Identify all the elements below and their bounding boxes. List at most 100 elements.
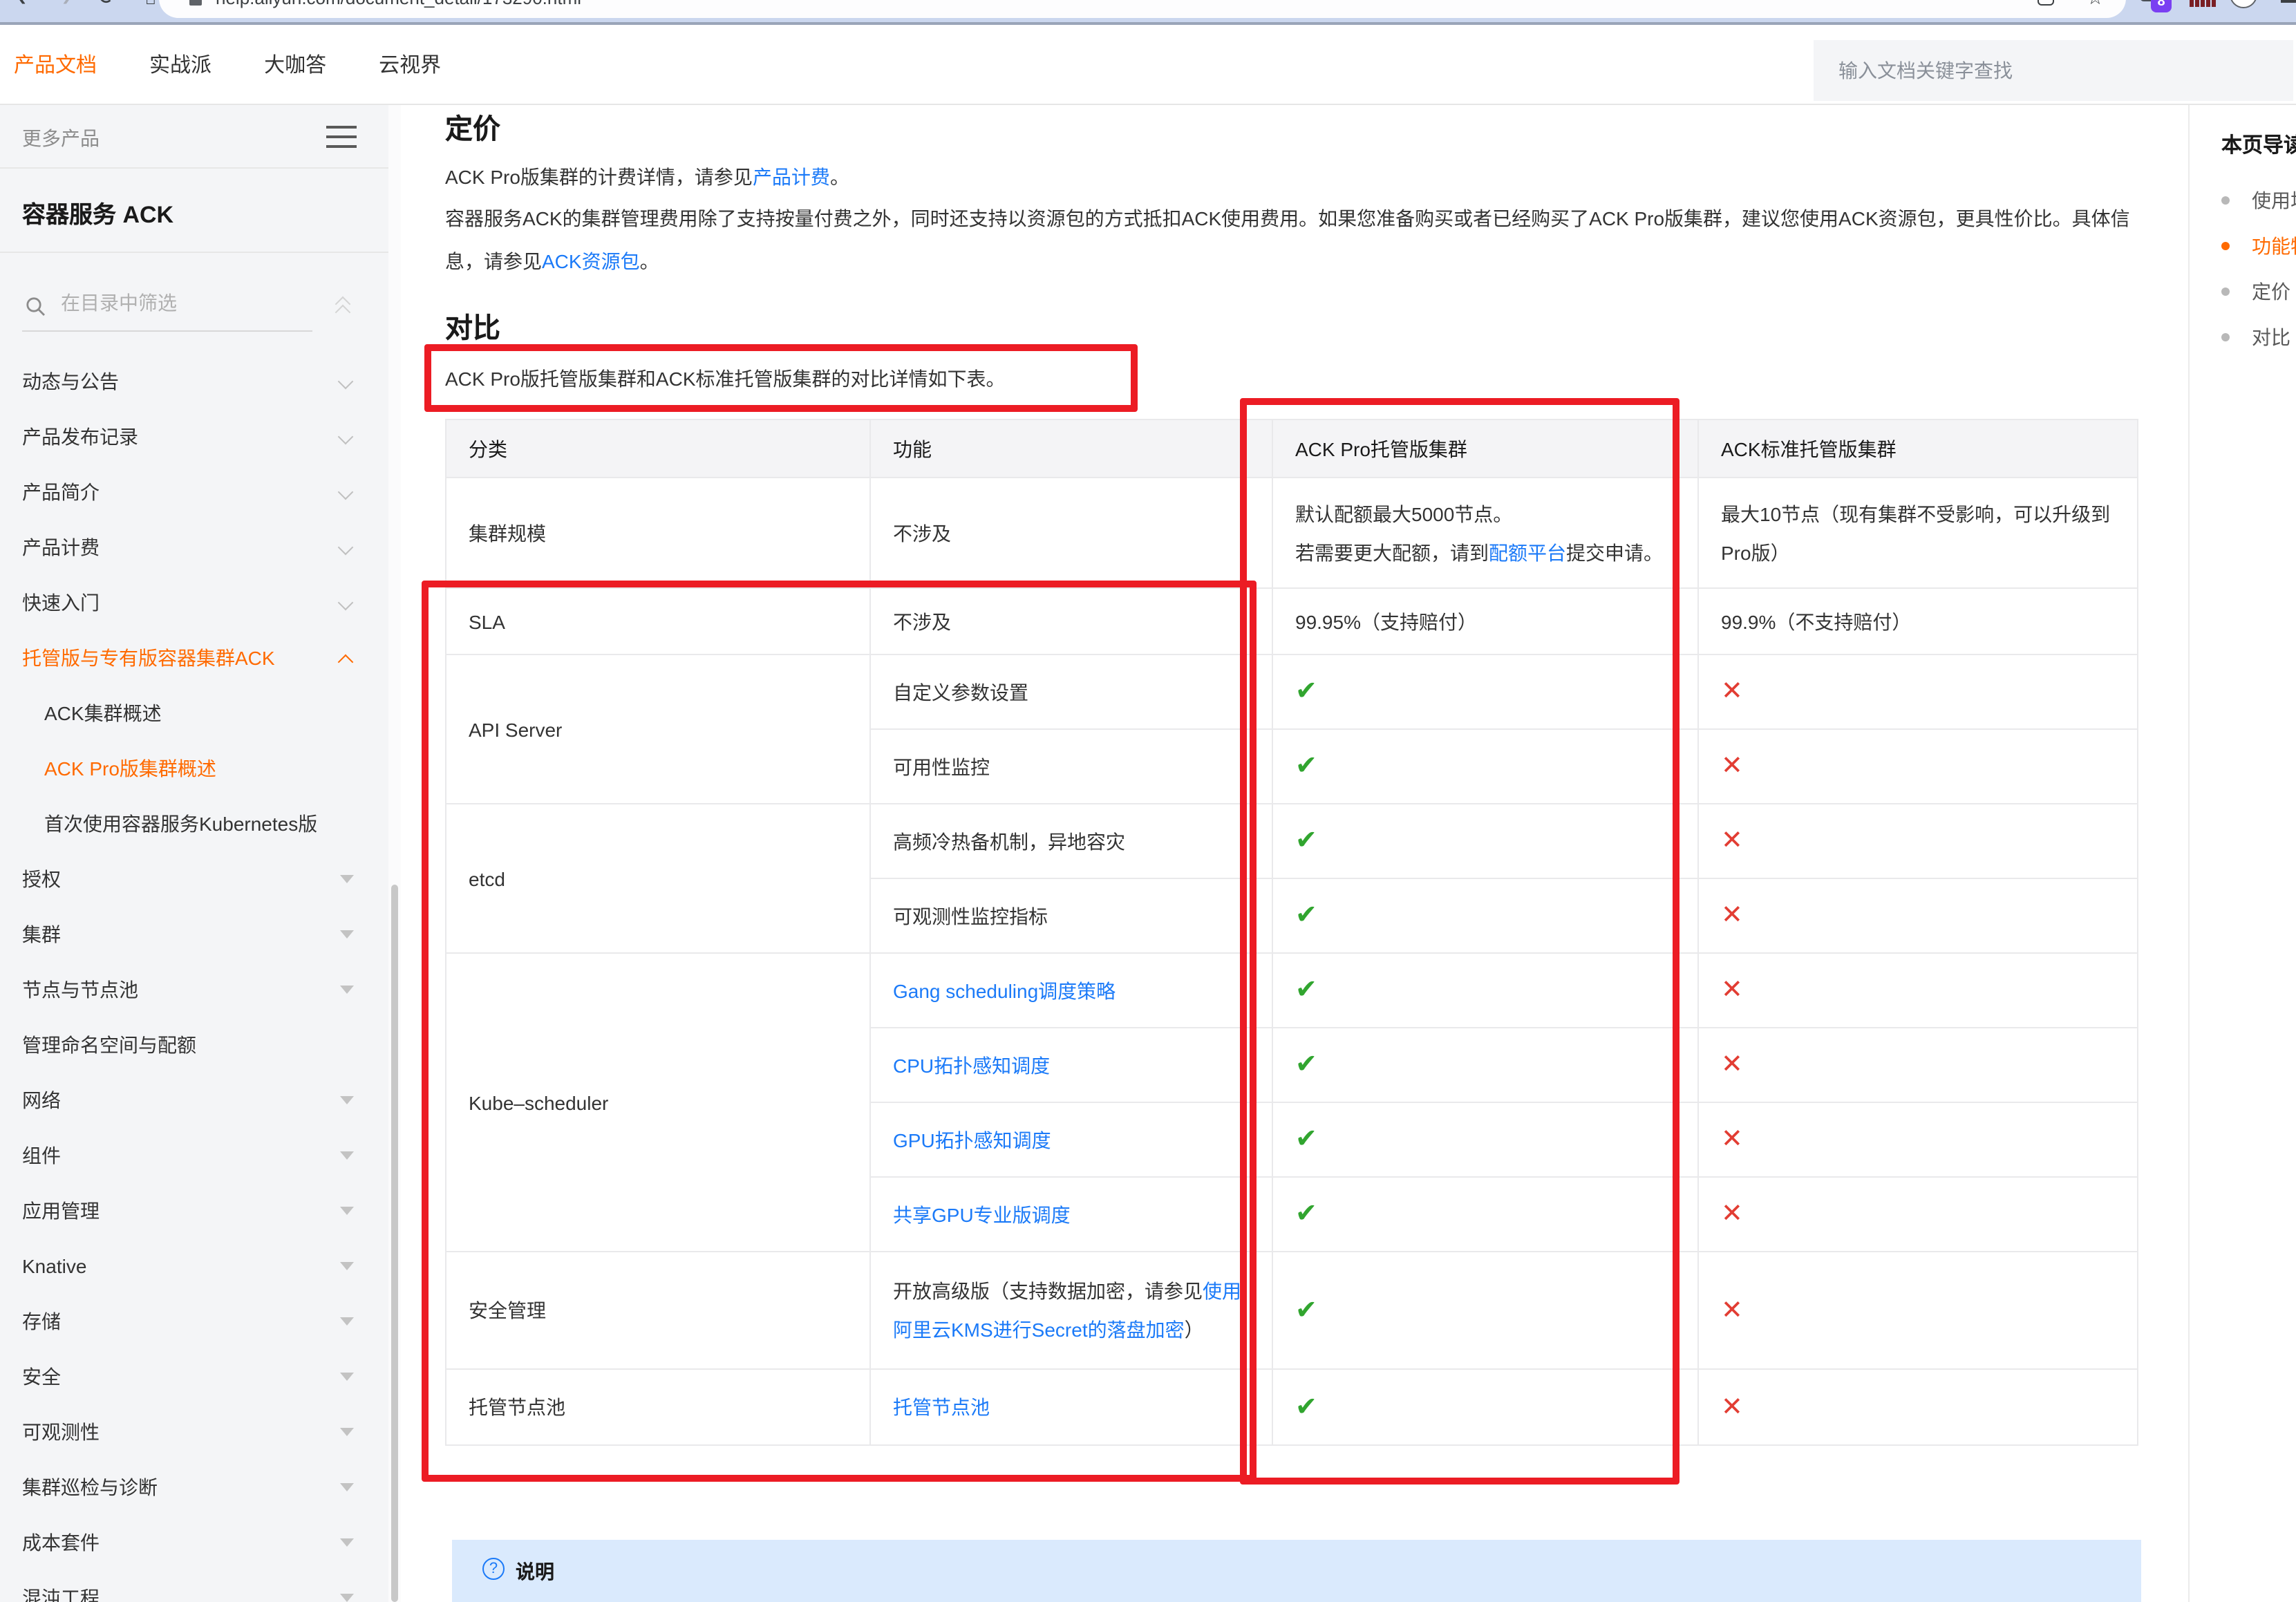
more-products-row[interactable]: 更多产品 [0, 105, 401, 169]
toc-filter-input[interactable] [58, 290, 307, 315]
address-bar[interactable]: help.aliyun.com/document_detail/173290.h… [159, 0, 2126, 18]
sidebar-item[interactable]: 网络 [0, 1073, 401, 1128]
link-gpu-topology[interactable]: GPU拓扑感知调度 [893, 1129, 1051, 1151]
pricing-paragraph-2: 容器服务ACK的集群管理费用除了支持按量付费之外，同时还支持以资源包的方式抵扣A… [445, 198, 2137, 283]
cell-category: etcd [446, 804, 870, 953]
nav-tab[interactable]: 大咖答 [264, 49, 326, 78]
browser-menu-icon[interactable] [2281, 0, 2296, 8]
table-header-row: 分类 功能 ACK Pro托管版集群 ACK标准托管版集群 [446, 420, 2138, 478]
triangle-down-icon [340, 1594, 354, 1602]
sidebar-item-label: 动态与公告 [22, 368, 119, 395]
hamburger-icon[interactable] [326, 126, 357, 148]
triangle-down-icon [340, 1262, 354, 1270]
sidebar-item[interactable]: 产品简介 [0, 464, 401, 520]
toc-item-label: 定价 [2252, 277, 2290, 305]
avatar[interactable] [2230, 0, 2257, 8]
sidebar-item[interactable]: 托管版与专有版容器集群ACK [0, 630, 401, 686]
toc-filter [22, 285, 312, 332]
compare-heading: 对比 [445, 310, 2137, 348]
sidebar-item[interactable]: 混沌工程 [0, 1570, 401, 1602]
sidebar-item[interactable]: Knative [0, 1238, 401, 1294]
link-shared-gpu-pro[interactable]: 共享GPU专业版调度 [893, 1203, 1071, 1225]
cell-standard: ✕ [1698, 804, 2138, 878]
triangle-down-icon [340, 1151, 354, 1160]
sidebar-item[interactable]: 快速入门 [0, 575, 401, 630]
link-quota-platform[interactable]: 配额平台 [1489, 541, 1566, 563]
link-cpu-topology[interactable]: CPU拓扑感知调度 [893, 1054, 1050, 1076]
sidebar-item[interactable]: 动态与公告 [0, 354, 401, 409]
send-to-device-icon[interactable] [2038, 0, 2054, 6]
sidebar-item-label: 产品发布记录 [22, 423, 138, 451]
sidebar-item[interactable]: 应用管理 [0, 1183, 401, 1238]
sidebar-scrollbar-thumb[interactable] [391, 885, 398, 1602]
comparison-table: 分类 功能 ACK Pro托管版集群 ACK标准托管版集群 集群规模 不涉及 默… [445, 419, 2138, 1446]
sidebar-item[interactable]: 成本套件 [0, 1515, 401, 1570]
sidebar-item-label: 存储 [22, 1308, 61, 1335]
product-title: 容器服务 ACK [22, 195, 173, 229]
sidebar-item[interactable]: 管理命名空间与配额 [0, 1017, 401, 1073]
table-row: Kube–scheduler Gang scheduling调度策略 ✔ ✕ [446, 953, 2138, 1028]
link-ack-resource-pack[interactable]: ACK资源包 [542, 250, 640, 272]
sidebar-item[interactable]: 存储 [0, 1294, 401, 1349]
sidebar-item-label: 快速入门 [22, 589, 100, 616]
cell-standard: ✕ [1698, 1252, 2138, 1369]
nav-tab[interactable]: 实战派 [149, 49, 211, 78]
link-managed-nodepool[interactable]: 托管节点池 [893, 1396, 990, 1418]
toolbar-divider [0, 22, 2296, 24]
sidebar-item[interactable]: 节点与节点池 [0, 962, 401, 1017]
toc-item-label: 使用场景 [2252, 186, 2296, 214]
chevron-down-icon [338, 484, 354, 500]
toc-items: 使用场景 功能特点 定价 对比 [2221, 177, 2296, 359]
cell-pro: ✔ [1272, 878, 1698, 953]
cell-standard: ✕ [1698, 878, 2138, 953]
sidebar-item[interactable]: 集群巡检与诊断 [0, 1460, 401, 1515]
sidebar-item[interactable]: ACK集群概述 [0, 686, 401, 741]
sidebar-item[interactable]: 授权 [0, 851, 401, 907]
forward-icon[interactable]: › [53, 0, 80, 12]
product-title-row: 容器服务 ACK [0, 169, 401, 253]
extension-wave-icon[interactable] [2190, 0, 2215, 7]
col-header-category: 分类 [446, 420, 870, 478]
sidebar-menu: 动态与公告 产品发布记录 产品简介 [0, 354, 401, 1602]
sidebar-item[interactable]: 可观测性 [0, 1404, 401, 1460]
extension-badge: 8 [2151, 0, 2172, 12]
compare-intro: ACK Pro版托管版集群和ACK标准托管版集群的对比详情如下表。 [445, 364, 2137, 394]
sidebar-scrollbar-track[interactable] [388, 105, 401, 1602]
nav-tab[interactable]: 云视界 [379, 49, 441, 78]
sidebar-item-label: 网络 [22, 1086, 61, 1114]
cross-icon: ✕ [1721, 1393, 1743, 1422]
collapse-all-icon[interactable] [335, 299, 354, 321]
toc-item[interactable]: 对比 [2221, 314, 2296, 359]
link-gang-scheduling[interactable]: Gang scheduling调度策略 [893, 979, 1116, 1001]
question-circle-icon: ? [482, 1558, 505, 1580]
sidebar-item[interactable]: 组件 [0, 1128, 401, 1183]
triangle-down-icon [340, 1538, 354, 1547]
sidebar-item[interactable]: 集群 [0, 907, 401, 962]
chevron-up-icon [338, 654, 354, 670]
sidebar-item[interactable]: 产品发布记录 [0, 409, 401, 464]
back-icon[interactable]: ‹ [8, 0, 36, 12]
sidebar-item[interactable]: 产品计费 [0, 520, 401, 575]
sidebar-item[interactable]: ACK Pro版集群概述 [0, 741, 401, 796]
bullet-icon [2221, 332, 2230, 341]
cross-icon: ✕ [1721, 752, 1743, 781]
toc-item[interactable]: 使用场景 [2221, 177, 2296, 223]
table-row: SLA 不涉及 99.95%（支持赔付） 99.9%（不支持赔付） [446, 588, 2138, 654]
cell-function: 不涉及 [870, 478, 1272, 588]
toc-item[interactable]: 定价 [2221, 268, 2296, 314]
doc-search-input[interactable] [1814, 40, 2293, 101]
toc-item[interactable]: 功能特点 [2221, 223, 2296, 268]
cell-function: 托管节点池 [870, 1369, 1272, 1445]
main-content: 定价 ACK Pro版集群的计费详情，请参见产品计费。 容器服务ACK的集群管理… [445, 105, 2137, 1602]
check-icon: ✔ [1295, 1200, 1317, 1229]
sidebar-item[interactable]: 首次使用容器服务Kubernetes版 [0, 796, 401, 851]
triangle-down-icon [340, 930, 354, 939]
reload-icon[interactable]: ⟳ [94, 0, 122, 12]
bookmark-star-icon[interactable]: ☆ [2087, 0, 2104, 10]
sidebar-item[interactable]: 安全 [0, 1349, 401, 1404]
browser-toolbar: ‹ › ⟳ ⌂ help.aliyun.com/document_detail/… [0, 0, 2296, 23]
note-box: ? 说明 ACK专有版集群仅支持共享GPU普通版调度。详细信息，请参见共享GPU… [452, 1540, 2141, 1602]
link-product-billing[interactable]: 产品计费 [753, 166, 830, 188]
url-text: help.aliyun.com/document_detail/173290.h… [216, 0, 581, 8]
nav-tab[interactable]: 产品文档 [14, 49, 97, 78]
